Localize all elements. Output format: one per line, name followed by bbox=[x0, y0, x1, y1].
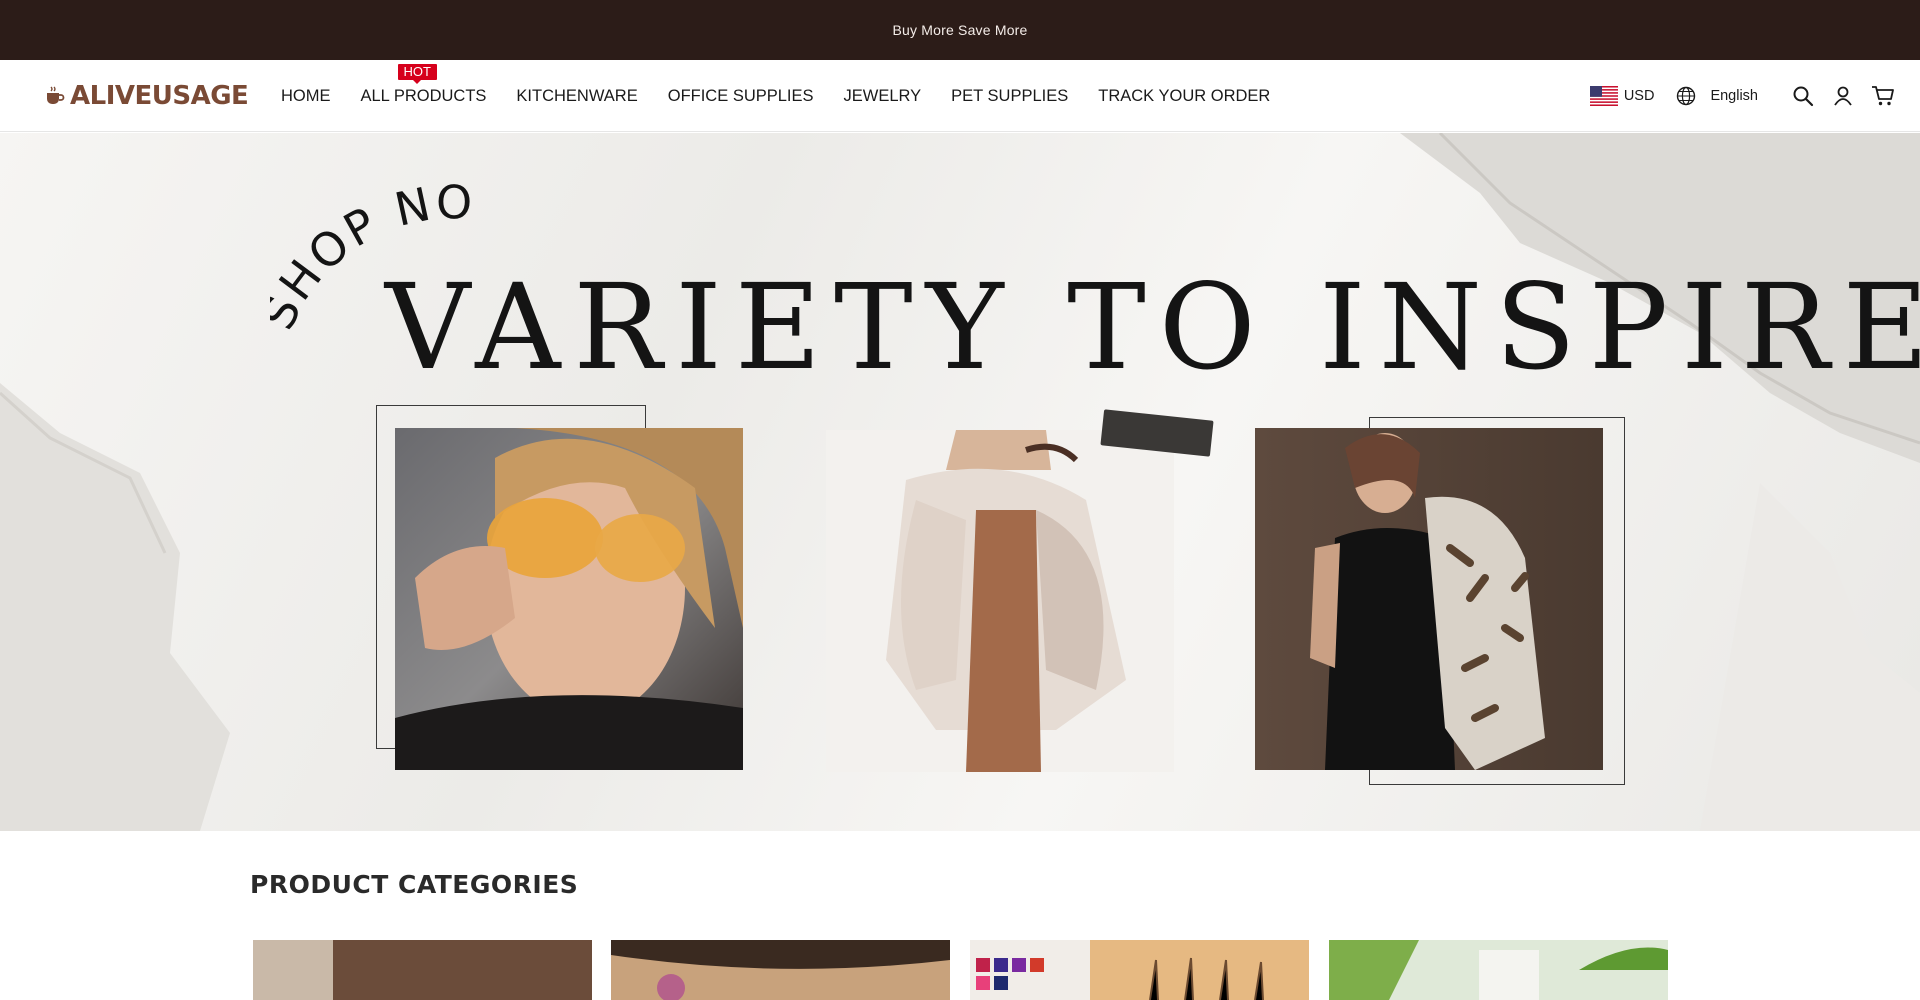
main-nav: HOME HOT ALL PRODUCTS KITCHENWARE OFFICE… bbox=[281, 60, 1270, 132]
hero-title: VARIETY TO INSPIRE bbox=[385, 258, 1920, 396]
category-image bbox=[253, 940, 592, 1000]
language-selector[interactable]: English bbox=[1676, 86, 1758, 106]
nav-home[interactable]: HOME bbox=[281, 87, 331, 106]
language-label: English bbox=[1710, 88, 1758, 104]
nav-office-supplies[interactable]: OFFICE SUPPLIES bbox=[668, 87, 814, 106]
nav-track-order-label: TRACK YOUR ORDER bbox=[1098, 86, 1271, 105]
nav-jewelry[interactable]: JEWELRY bbox=[844, 87, 922, 106]
hot-badge: HOT bbox=[397, 63, 437, 84]
globe-icon bbox=[1677, 86, 1696, 106]
header-tools: USD English bbox=[1589, 60, 1896, 132]
category-image bbox=[1329, 940, 1668, 1000]
search-button[interactable] bbox=[1790, 83, 1816, 109]
account-icon bbox=[1834, 86, 1852, 106]
cart-button[interactable] bbox=[1870, 83, 1896, 109]
model-linen-shirt-photo bbox=[826, 430, 1174, 772]
model-linen-shirt-image bbox=[826, 430, 1174, 772]
site-header: ALIVEUSAGE HOME HOT ALL PRODUCTS KITCHEN… bbox=[0, 60, 1920, 132]
us-flag-icon bbox=[1589, 86, 1618, 106]
brand-name: ALIVEUSAGE bbox=[70, 81, 249, 111]
model-floral-jacket-photo bbox=[1255, 428, 1603, 770]
currency-selector[interactable]: USD bbox=[1589, 86, 1655, 106]
hero-banner[interactable]: SHOP NOW VARIETY TO INSPIRE bbox=[0, 133, 1920, 831]
brand-logo[interactable]: ALIVEUSAGE bbox=[44, 81, 249, 111]
category-card[interactable] bbox=[1329, 940, 1668, 1000]
category-card[interactable] bbox=[970, 940, 1309, 1000]
nav-kitchenware[interactable]: KITCHENWARE bbox=[516, 87, 637, 106]
nav-pet-supplies[interactable]: PET SUPPLIES bbox=[951, 87, 1068, 106]
coffee-cup-icon bbox=[47, 86, 65, 104]
currency-label: USD bbox=[1623, 88, 1655, 104]
announcement-bar: Buy More Save More bbox=[0, 0, 1920, 60]
account-button[interactable] bbox=[1830, 83, 1856, 109]
category-image bbox=[611, 940, 950, 1000]
nav-jewelry-label: JEWELRY bbox=[843, 86, 922, 105]
nav-track-order[interactable]: TRACK YOUR ORDER bbox=[1098, 87, 1270, 106]
category-image bbox=[970, 940, 1309, 1000]
nav-all-products-label: ALL PRODUCTS bbox=[360, 86, 487, 105]
model-sunglasses-image bbox=[395, 428, 743, 770]
model-floral-jacket-image bbox=[1255, 428, 1603, 770]
section-title: PRODUCT CATEGORIES bbox=[250, 870, 579, 899]
category-card[interactable] bbox=[611, 940, 950, 1000]
nav-pet-supplies-label: PET SUPPLIES bbox=[951, 86, 1069, 105]
nav-all-products[interactable]: HOT ALL PRODUCTS bbox=[360, 63, 487, 106]
announcement-text: Buy More Save More bbox=[892, 22, 1028, 38]
model-sunglasses-photo bbox=[395, 428, 743, 770]
category-card[interactable] bbox=[253, 940, 592, 1000]
product-categories-section: PRODUCT CATEGORIES bbox=[250, 870, 578, 899]
cart-icon bbox=[1872, 86, 1894, 106]
search-icon bbox=[1793, 86, 1814, 107]
nav-home-label: HOME bbox=[281, 86, 331, 105]
nav-kitchenware-label: KITCHENWARE bbox=[516, 86, 638, 105]
nav-office-supplies-label: OFFICE SUPPLIES bbox=[667, 86, 814, 105]
